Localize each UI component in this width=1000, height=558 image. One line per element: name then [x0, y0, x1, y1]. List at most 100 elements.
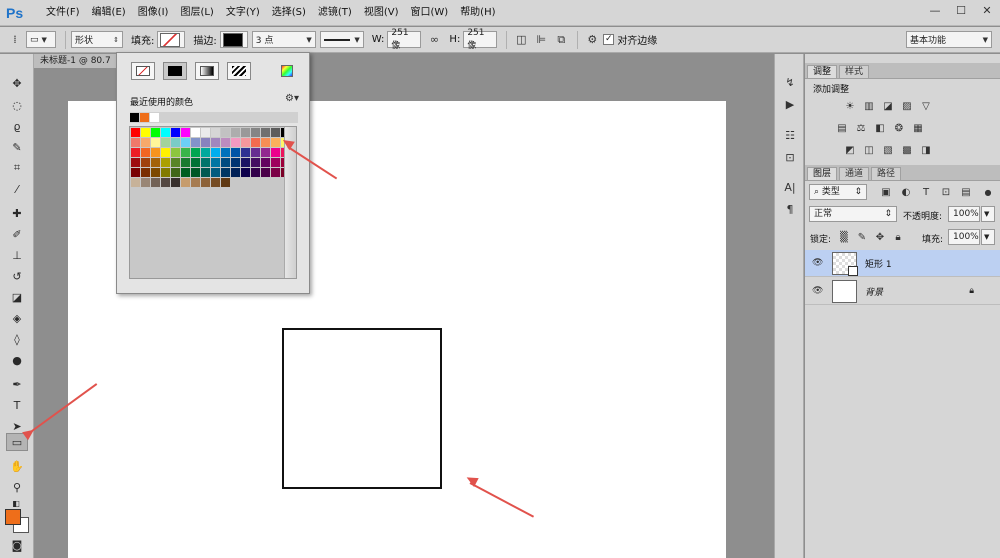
black-white-icon[interactable]: ◧: [873, 122, 887, 134]
color-swatch[interactable]: [151, 128, 160, 137]
path-arrangement-icon[interactable]: ⧉: [552, 31, 570, 49]
marquee-tool-icon[interactable]: ◌: [6, 96, 28, 114]
filter-pixel-icon[interactable]: ▣: [879, 186, 893, 198]
healing-brush-tool-icon[interactable]: ✚: [6, 204, 28, 222]
lock-all-icon[interactable]: 🔒︎: [891, 231, 905, 243]
crop-tool-icon[interactable]: ⌗: [6, 159, 28, 177]
fill-dropdown-button[interactable]: ▼: [981, 229, 995, 245]
color-swatch[interactable]: [171, 148, 180, 157]
menu-edit[interactable]: 编辑(E): [86, 0, 132, 26]
color-swatch[interactable]: [251, 168, 260, 177]
color-swatch[interactable]: [251, 148, 260, 157]
hand-tool-icon[interactable]: ✋: [6, 457, 28, 475]
color-swatch[interactable]: [161, 138, 170, 147]
color-swatch[interactable]: [131, 158, 140, 167]
color-swatch[interactable]: [261, 128, 270, 137]
align-edges-checkbox[interactable]: ✓: [603, 34, 615, 45]
history-icon[interactable]: ↯: [781, 74, 799, 90]
color-swatch[interactable]: [151, 158, 160, 167]
color-swatch[interactable]: [141, 138, 150, 147]
actions-play-icon[interactable]: ▶: [781, 96, 799, 112]
blur-tool-icon[interactable]: ◊: [6, 330, 28, 348]
color-swatch[interactable]: [271, 128, 280, 137]
rectangle-shape[interactable]: [282, 328, 442, 489]
menu-filter[interactable]: 滤镜(T): [312, 0, 358, 26]
menu-file[interactable]: 文件(F): [40, 0, 86, 26]
menu-image[interactable]: 图像(I): [132, 0, 175, 26]
menu-view[interactable]: 视图(V): [358, 0, 405, 26]
layer-row-background[interactable]: 👁︎ 背景 🔒︎: [805, 278, 1000, 305]
no-color-button[interactable]: [131, 62, 155, 80]
quick-select-tool-icon[interactable]: ✎: [6, 138, 28, 156]
color-swatch[interactable]: [171, 138, 180, 147]
color-balance-icon[interactable]: ⚖: [854, 122, 868, 134]
stroke-swatch-button[interactable]: [219, 31, 248, 48]
tab-paths[interactable]: 路径: [871, 167, 902, 180]
color-swatch[interactable]: [131, 178, 140, 187]
color-swatch[interactable]: [171, 128, 180, 137]
properties-icon[interactable]: ☷: [781, 127, 799, 143]
color-swatch[interactable]: [161, 158, 170, 167]
color-swatch[interactable]: [201, 168, 210, 177]
eye-icon[interactable]: 👁︎: [812, 258, 826, 268]
color-swatch[interactable]: [221, 168, 230, 177]
color-swatch[interactable]: [141, 128, 150, 137]
color-swatch[interactable]: [231, 148, 240, 157]
path-alignment-icon[interactable]: ⊫: [532, 31, 550, 49]
color-swatch[interactable]: [201, 128, 210, 137]
type-tool-icon[interactable]: T: [6, 396, 28, 414]
lock-image-icon[interactable]: ✎: [855, 231, 869, 243]
color-swatch[interactable]: [161, 168, 170, 177]
pen-tool-icon[interactable]: ✒: [6, 375, 28, 393]
color-swatch[interactable]: [211, 178, 220, 187]
color-swatch[interactable]: [201, 148, 210, 157]
lasso-tool-icon[interactable]: ϱ: [6, 117, 28, 135]
gear-icon[interactable]: ⚙▾: [285, 93, 299, 104]
solid-color-button[interactable]: [163, 62, 187, 80]
color-swatch[interactable]: [181, 178, 190, 187]
color-swatch[interactable]: [181, 148, 190, 157]
color-swatch[interactable]: [241, 138, 250, 147]
menu-window[interactable]: 窗口(W): [404, 0, 454, 26]
threshold-icon[interactable]: ▧: [881, 144, 895, 156]
color-swatch[interactable]: [261, 158, 270, 167]
close-button[interactable]: ✕: [974, 0, 1000, 20]
color-swatch[interactable]: [171, 178, 180, 187]
color-swatch[interactable]: [191, 128, 200, 137]
invert-icon[interactable]: ◩: [843, 144, 857, 156]
layer-filter-select[interactable]: ⌕ 类型 ⇕: [809, 184, 867, 200]
clone-stamp-tool-icon[interactable]: ⊥: [6, 246, 28, 264]
color-swatch[interactable]: [191, 178, 200, 187]
document-tab[interactable]: 未标题-1 @ 80.7: [34, 54, 124, 68]
lock-position-icon[interactable]: ✥: [873, 231, 887, 243]
paint-bucket-tool-icon[interactable]: ◈: [6, 309, 28, 327]
filter-type-icon[interactable]: T: [919, 186, 933, 198]
color-swatch[interactable]: [271, 158, 280, 167]
shape-mode-select[interactable]: 形状 ⇕: [71, 31, 123, 48]
color-swatch[interactable]: [211, 128, 220, 137]
paragraph-icon[interactable]: ¶: [781, 201, 799, 217]
color-swatch[interactable]: [211, 148, 220, 157]
color-swatch[interactable]: [131, 138, 140, 147]
filter-toggle-icon[interactable]: ●: [981, 186, 995, 198]
tab-styles[interactable]: 样式: [839, 65, 870, 78]
color-swatch[interactable]: [251, 158, 260, 167]
color-swatch[interactable]: [221, 128, 230, 137]
color-swatch[interactable]: [241, 128, 250, 137]
color-swatch[interactable]: [171, 158, 180, 167]
tab-layers[interactable]: 图层: [807, 167, 838, 180]
color-swatch[interactable]: [261, 148, 270, 157]
color-swatch[interactable]: [271, 168, 280, 177]
recent-color-swatch[interactable]: [140, 113, 149, 122]
color-swatch[interactable]: [181, 138, 190, 147]
color-swatch[interactable]: [131, 168, 140, 177]
tab-adjustments[interactable]: 调整: [807, 65, 838, 78]
color-swatch[interactable]: [201, 138, 210, 147]
color-swatch[interactable]: [151, 168, 160, 177]
blend-mode-select[interactable]: 正常 ⇕: [809, 206, 897, 222]
hue-saturation-icon[interactable]: ▤: [835, 122, 849, 134]
brightness-contrast-icon[interactable]: ☀: [843, 100, 857, 112]
photo-filter-icon[interactable]: ❂: [892, 122, 906, 134]
menu-select[interactable]: 选择(S): [266, 0, 312, 26]
channel-mixer-icon[interactable]: ▦: [911, 122, 925, 134]
